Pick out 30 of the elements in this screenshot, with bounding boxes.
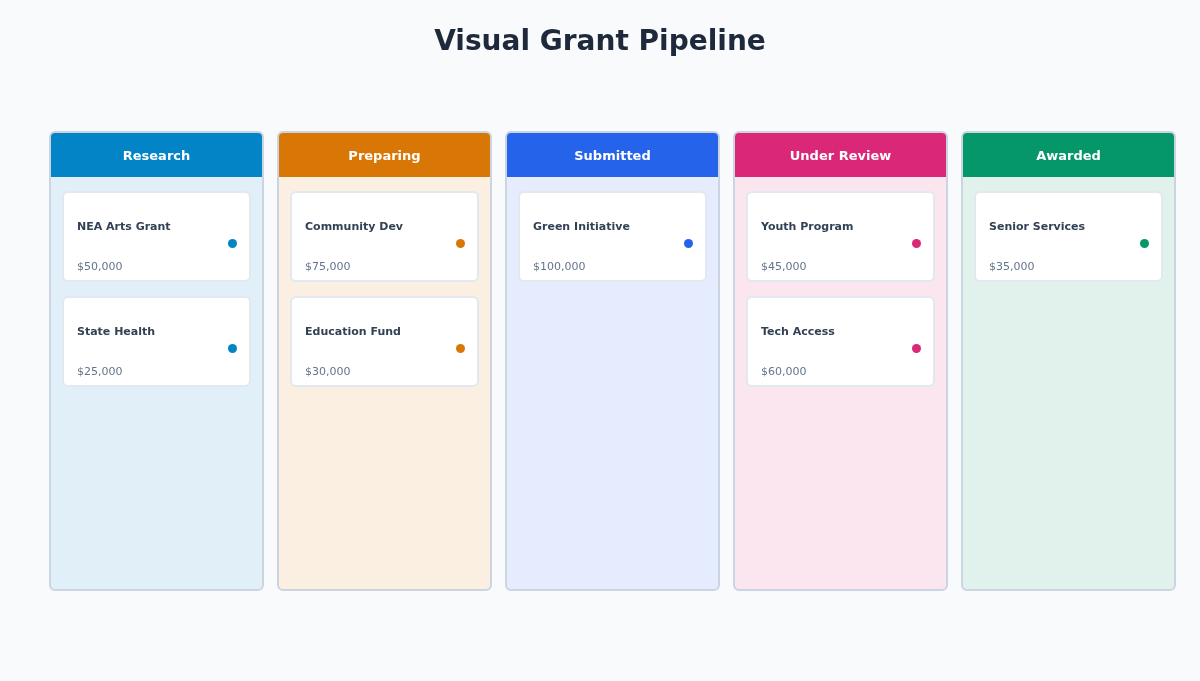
grant-amount: $35,000: [989, 259, 1036, 273]
grant-card[interactable]: Youth Program $45,000: [746, 191, 935, 282]
column-header: Submitted: [507, 133, 718, 177]
grant-amount: $25,000: [77, 364, 124, 378]
grant-name: Community Dev: [305, 220, 404, 234]
column-header: Under Review: [735, 133, 946, 177]
grant-card[interactable]: Green Initiative $100,000: [518, 191, 707, 282]
grant-name: Tech Access: [761, 325, 836, 339]
grant-card[interactable]: Community Dev $75,000: [290, 191, 479, 282]
grant-amount: $60,000: [761, 364, 808, 378]
grant-card[interactable]: Tech Access $60,000: [746, 296, 935, 387]
grant-name: Education Fund: [305, 325, 402, 339]
grant-amount: $45,000: [761, 259, 808, 273]
grant-amount: $100,000: [533, 259, 587, 273]
grant-name: Youth Program: [761, 220, 855, 234]
grant-amount: $50,000: [77, 259, 124, 273]
grant-card[interactable]: State Health $25,000: [62, 296, 251, 387]
grant-name: NEA Arts Grant: [77, 220, 172, 234]
grant-name: State Health: [77, 325, 157, 339]
grant-amount: $75,000: [305, 259, 352, 273]
grant-card[interactable]: Senior Services $35,000: [974, 191, 1163, 282]
column-header: Awarded: [963, 133, 1174, 177]
grant-card[interactable]: NEA Arts Grant $50,000: [62, 191, 251, 282]
column-header: Research: [51, 133, 262, 177]
page-title: Visual Grant Pipeline: [433, 24, 767, 57]
grant-name: Green Initiative: [533, 220, 631, 234]
column-header: Preparing: [279, 133, 490, 177]
grant-name: Senior Services: [989, 220, 1087, 234]
grant-amount: $30,000: [305, 364, 352, 378]
grant-card[interactable]: Education Fund $30,000: [290, 296, 479, 387]
